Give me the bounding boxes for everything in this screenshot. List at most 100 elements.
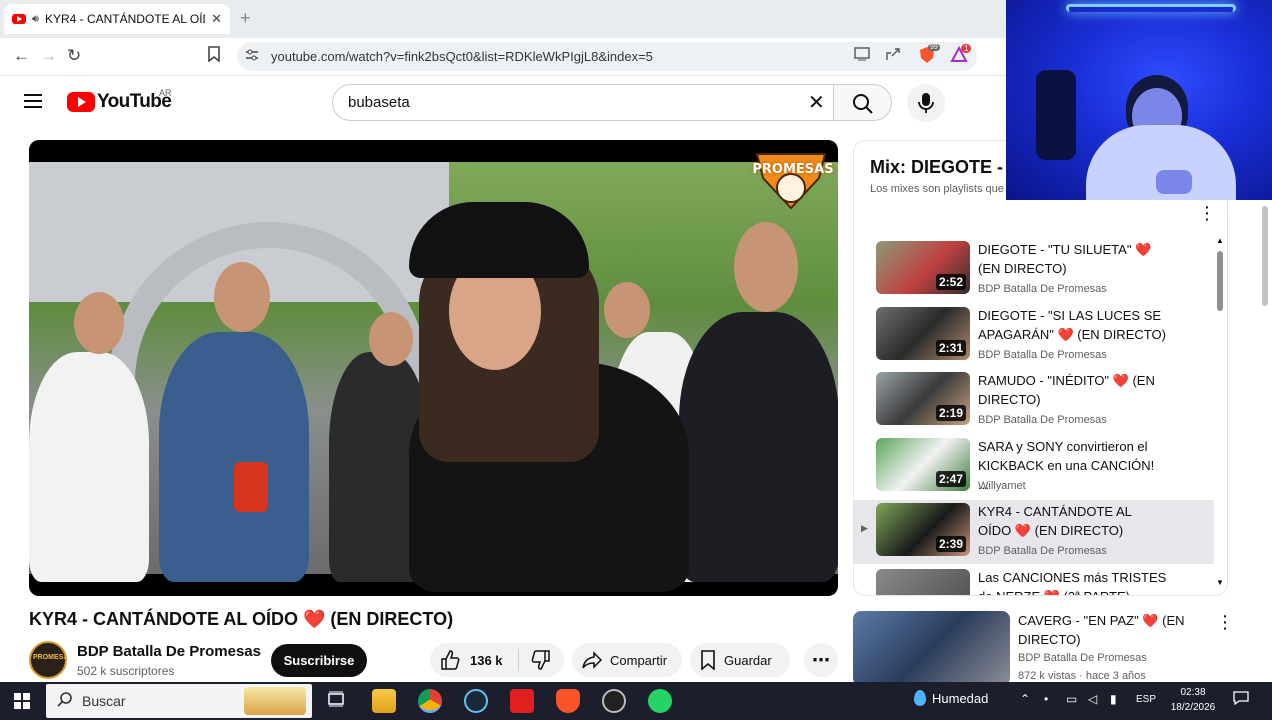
video-thumbnail[interactable] <box>876 569 970 595</box>
battery-icon[interactable]: ▮ <box>1110 692 1117 706</box>
bookmark-icon[interactable] <box>207 46 221 67</box>
share-page-icon[interactable] <box>885 47 901 65</box>
recommended-menu-icon[interactable]: ⋮ <box>1216 612 1234 633</box>
like-dislike-group: 136 k <box>430 643 564 677</box>
video-thumbnail[interactable]: 2:39 <box>876 503 970 556</box>
playlist-item-title: KYR4 - CANTÁNDOTE AL OÍDO ❤️ (EN DIRECTO… <box>978 504 1132 538</box>
water-drop-icon <box>914 690 926 706</box>
microphone-tray-icon[interactable]: • <box>1044 692 1048 706</box>
volume-icon[interactable]: ◁ <box>1088 692 1097 706</box>
horse-banner-icon <box>244 687 306 715</box>
clock[interactable]: 02:38 18/2/2026 <box>1168 685 1218 715</box>
hamburger-menu-icon[interactable] <box>24 94 42 108</box>
scroll-down-icon[interactable]: ▼ <box>1216 578 1224 587</box>
youtube-logo-icon[interactable] <box>67 92 95 112</box>
subscriber-count: 502 k suscriptores <box>77 664 175 678</box>
playlist-item[interactable]: 2:52 DIEGOTE - "TU SILUETA" ❤️ (EN DIREC… <box>854 238 1214 302</box>
like-count: 136 k <box>470 652 503 668</box>
search-icon <box>853 94 873 114</box>
tray-chevron-icon[interactable]: ⌃ <box>1020 692 1030 706</box>
dislike-button[interactable] <box>519 643 563 677</box>
video-thumbnail[interactable]: 2:31 <box>876 307 970 360</box>
windows-start-icon[interactable] <box>14 693 30 709</box>
tab-close-icon[interactable]: ✕ <box>211 11 222 27</box>
like-button[interactable]: 136 k <box>430 643 518 677</box>
task-view-icon[interactable] <box>326 689 350 713</box>
more-actions-icon[interactable]: ⋯ <box>804 643 838 677</box>
playlist-title[interactable]: Mix: DIEGOTE - " <box>870 157 1017 178</box>
reload-icon[interactable]: ↻ <box>67 46 81 66</box>
page-scrollbar-thumb[interactable] <box>1262 206 1268 306</box>
video-thumbnail[interactable]: 2:47 <box>876 438 970 491</box>
save-label: Guardar <box>724 652 772 668</box>
weather-widget[interactable]: Humedad <box>914 690 988 706</box>
playlist-item-channel: BDP Batalla De Promesas <box>978 545 1107 557</box>
playlist-item-current[interactable]: ▶ 2:39 KYR4 - CANTÁNDOTE AL OÍDO ❤️ (EN … <box>854 500 1214 564</box>
subscribe-button[interactable]: Suscribirse <box>271 644 367 677</box>
share-arrow-icon <box>582 651 602 669</box>
input-language[interactable]: ESP <box>1136 694 1156 705</box>
tab-title: KYR4 - CANTÁNDOTE AL OÍDO <box>44 12 206 26</box>
new-tab-button[interactable]: + <box>240 8 251 29</box>
scroll-up-icon[interactable]: ▲ <box>1216 236 1224 245</box>
notifications-icon[interactable] <box>1233 691 1249 708</box>
rewards-badge: 1 <box>961 44 972 53</box>
channel-avatar[interactable]: PROMESAS <box>29 641 67 679</box>
brave-rewards-icon[interactable]: 1 <box>950 44 972 64</box>
file-explorer-icon[interactable] <box>372 689 396 713</box>
steam-icon[interactable] <box>464 689 488 713</box>
share-label: Compartir <box>610 652 668 668</box>
country-code: AR <box>159 88 172 98</box>
speaker-icon[interactable]: 🔊︎ <box>32 13 39 26</box>
playlist-item-title: DIEGOTE - "TU SILUETA" ❤️ (EN DIRECTO) <box>978 242 1152 276</box>
amd-software-icon[interactable] <box>510 689 534 713</box>
search-button[interactable] <box>834 84 892 121</box>
duration-badge: 2:19 <box>935 405 966 421</box>
video-frame <box>29 162 838 592</box>
save-button[interactable]: Guardar <box>690 643 790 677</box>
recommended-thumbnail[interactable] <box>853 611 1010 686</box>
playlist-item[interactable]: 2:19 RAMUDO - "INÉDITO" ❤️ (EN DIRECTO) … <box>854 369 1214 433</box>
site-settings-icon[interactable] <box>245 49 259 64</box>
browser-tab-active[interactable]: 🔊︎ KYR4 - CANTÁNDOTE AL OÍDO ✕ <box>4 4 230 34</box>
video-thumbnail[interactable]: 2:19 <box>876 372 970 425</box>
now-playing-icon: ▶ <box>861 523 868 533</box>
voice-search-button[interactable] <box>907 84 945 122</box>
channel-name[interactable]: BDP Batalla De Promesas <box>77 643 261 660</box>
clock-time: 02:38 <box>1180 687 1206 698</box>
taskbar-search-icon <box>57 691 73 712</box>
microphone-icon <box>918 93 934 113</box>
cast-icon[interactable] <box>854 47 870 65</box>
video-thumbnail[interactable]: 2:52 <box>876 241 970 294</box>
playlist-panel: Mix: DIEGOTE - " Los mixes son playlists… <box>853 140 1228 596</box>
forward-arrow-icon[interactable]: → <box>40 46 57 66</box>
obs-studio-icon[interactable] <box>602 689 626 713</box>
playlist-item[interactable]: Las CANCIONES más TRISTES de NERZE ❤️ (2… <box>854 566 1214 595</box>
taskbar-search-placeholder: Buscar <box>82 693 126 709</box>
recommended-title[interactable]: CAVERG - "EN PAZ" ❤️ (EN DIRECTO) <box>1018 611 1198 649</box>
url-text: youtube.com/watch?v=fink2bsQct0&list=RDK… <box>271 49 653 64</box>
playlist-scrollbar[interactable]: ▲ ▼ <box>1216 236 1224 587</box>
save-bookmark-icon <box>701 650 715 670</box>
avatar-logo-icon: PROMESAS <box>33 654 65 661</box>
recommended-channel[interactable]: BDP Batalla De Promesas <box>1018 652 1147 664</box>
video-player[interactable]: PROMESAS <box>29 140 838 596</box>
watermark-text: PROMESAS <box>752 162 834 177</box>
taskbar-search-input[interactable]: Buscar <box>46 684 312 718</box>
playlist-item-title: Las CANCIONES más TRISTES de NERZE ❤️ (2… <box>978 570 1167 595</box>
clock-date: 18/2/2026 <box>1170 702 1216 713</box>
playlist-item[interactable]: 2:47 SARA y SONY convirtieron el KICKBAC… <box>854 435 1214 499</box>
back-arrow-icon[interactable]: ← <box>13 46 30 66</box>
network-icon[interactable]: ▭ <box>1066 692 1077 706</box>
brave-browser-icon[interactable] <box>556 689 580 713</box>
share-button[interactable]: Compartir <box>572 643 682 677</box>
playlist-menu-icon[interactable]: ⋮ <box>1198 203 1216 224</box>
clear-search-icon[interactable]: ✕ <box>808 90 825 115</box>
brave-shield-icon[interactable]: 99 <box>918 44 940 64</box>
whatsapp-icon[interactable] <box>648 689 672 713</box>
playlist-item-channel: BDP Batalla De Promesas <box>978 349 1107 361</box>
playlist-item[interactable]: 2:31 DIEGOTE - "SI LAS LUCES SE APAGARÁN… <box>854 304 1214 368</box>
scrollbar-thumb[interactable] <box>1217 251 1223 311</box>
search-input[interactable]: bubaseta <box>332 84 834 121</box>
chrome-icon[interactable] <box>418 689 442 713</box>
